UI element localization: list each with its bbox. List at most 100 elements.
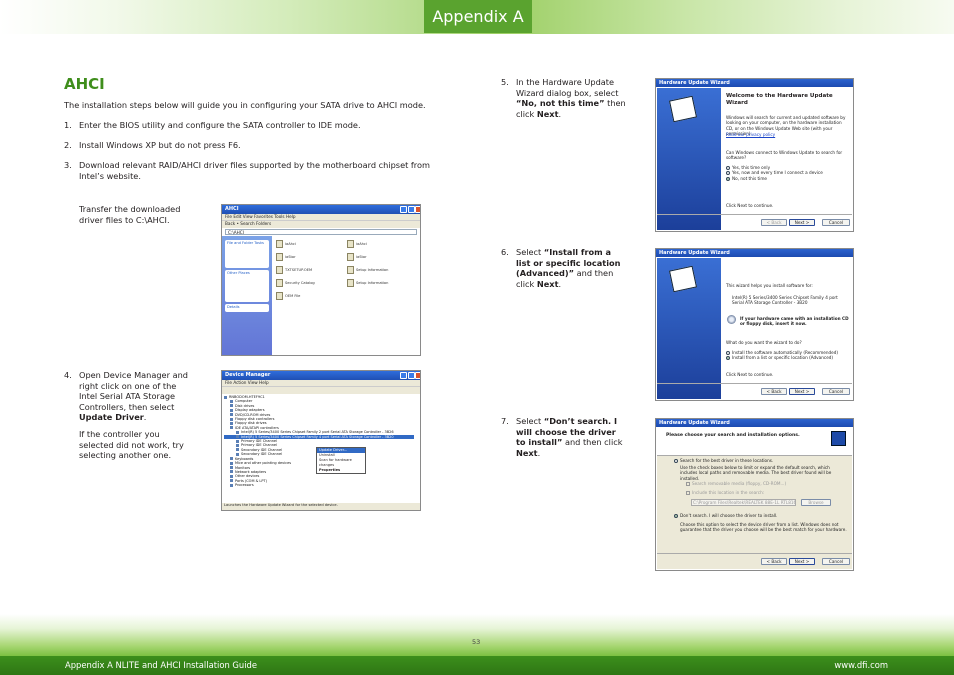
step-3-text: Download relevant RAID/AHCI driver files… xyxy=(79,160,430,181)
file-name: TXTSETUP.OEM xyxy=(285,267,313,272)
option-dont-search[interactable]: Don't search. I will choose the driver t… xyxy=(674,513,847,518)
device-icon xyxy=(236,435,239,439)
wizard1-titlebar: Hardware Update Wizard xyxy=(656,79,853,87)
checkbox-icon xyxy=(686,491,690,495)
file-item[interactable]: iaStor xyxy=(276,250,347,263)
file-name: Setup Information xyxy=(356,280,389,285)
device-label: Keyboards xyxy=(235,456,254,461)
device-icon xyxy=(230,483,233,487)
file-item[interactable]: Setup Information xyxy=(347,263,418,276)
file-name: Setup Information xyxy=(356,267,389,272)
device-icon xyxy=(230,474,233,478)
step-2-text: Install Windows XP but do not press F6. xyxy=(79,140,241,150)
device-tree-item[interactable]: Processors xyxy=(224,483,414,487)
next-button[interactable]: Next > xyxy=(789,388,815,395)
footer-band xyxy=(0,614,954,656)
privacy-policy-link[interactable]: Read our privacy policy xyxy=(726,132,849,137)
device-label: Floppy disk drives xyxy=(235,421,267,426)
search-location-input[interactable]: C:\Program Files\Realtek\REALTEK 88E-1L … xyxy=(691,499,796,506)
chapter-tab: Appendix A xyxy=(424,0,532,33)
file-icon xyxy=(347,239,354,248)
file-name: OEM File xyxy=(285,293,301,298)
device-label: Network adapters xyxy=(235,469,267,474)
device-icon xyxy=(230,417,233,421)
wizard2-intro: This wizard helps you install software f… xyxy=(726,283,813,288)
file-item[interactable]: iaAhci xyxy=(347,237,418,250)
file-item[interactable]: Security Catalog xyxy=(276,276,347,289)
wizard1-question: Can Windows connect to Windows Update to… xyxy=(726,150,843,161)
details-panel: Details xyxy=(225,304,269,312)
check-include-location[interactable]: Include this location in the search: xyxy=(686,490,847,495)
back-button[interactable]: < Back xyxy=(761,388,787,395)
device-label: IDE ATA/ATAPI controllers xyxy=(235,425,279,430)
file-name: iaAhci xyxy=(285,241,296,246)
wizard3-heading: Please choose your search and installati… xyxy=(666,433,800,438)
radio-selected-icon xyxy=(726,356,730,361)
device-icon xyxy=(236,430,239,434)
device-icon xyxy=(236,448,239,452)
hardware-icon xyxy=(831,431,846,446)
step-6-text: Select “Install from a list or specific … xyxy=(516,247,621,289)
file-icon xyxy=(347,252,354,261)
devmgr-titlebar: Device Manager xyxy=(222,371,420,380)
file-item[interactable]: iaAhci xyxy=(276,237,347,250)
wizard2-options: Install the software automatically (Reco… xyxy=(726,350,849,361)
wizard2-device-name: Intel(R) 5 Series/3400 Series Chipset Fa… xyxy=(732,295,838,306)
close-icon xyxy=(415,206,420,213)
update-driver-label: Update Driver xyxy=(79,412,144,422)
radio-selected-icon xyxy=(726,176,730,181)
back-button[interactable]: < Back xyxy=(761,558,787,565)
footer-website-link[interactable]: www.dfi.com xyxy=(834,660,888,670)
context-menu-properties: Properties xyxy=(319,468,341,472)
footer-title: Appendix A NLITE and AHCI Installation G… xyxy=(65,660,258,670)
device-label: Primary IDE Channel xyxy=(241,439,278,444)
browse-button[interactable]: Browse xyxy=(801,499,831,506)
cancel-button[interactable]: Cancel xyxy=(822,219,850,226)
step-5-text: In the Hardware Update Wizard dialog box… xyxy=(516,77,626,119)
file-item[interactable]: TXTSETUP.OEM xyxy=(276,263,347,276)
explorer-file-grid: iaAhci iaAhci iaStor iaStor TXTSETUP.OEM Setu… xyxy=(276,237,418,353)
file-item[interactable]: Setup Information xyxy=(347,276,418,289)
explorer-address-bar: C:\AHCI xyxy=(225,229,417,235)
step-1-text: Enter the BIOS utility and configure the… xyxy=(79,120,361,130)
device-icon xyxy=(236,452,239,456)
device-label: Monitors xyxy=(235,465,251,470)
radio-icon xyxy=(674,459,678,463)
wizard2-cd-note: If your hardware came with an installati… xyxy=(740,316,849,327)
device-label: Mice and other pointing devices xyxy=(235,461,292,466)
checkbox-icon xyxy=(686,482,690,486)
context-menu-scan: Scan for hardware changes xyxy=(319,458,352,467)
next-button[interactable]: Next > xyxy=(789,558,815,565)
file-icon xyxy=(276,252,283,261)
wizard3-titlebar: Hardware Update Wizard xyxy=(656,419,853,427)
radio-icon xyxy=(726,166,730,170)
wizard2-titlebar: Hardware Update Wizard xyxy=(656,249,853,257)
cancel-button[interactable]: Cancel xyxy=(822,558,850,565)
explorer-toolbar: Back • Search Folders xyxy=(222,220,420,228)
divider xyxy=(657,214,852,215)
device-label: Intel(R) 5 Series/3400 Series Chipset Fa… xyxy=(241,430,394,435)
option-search-best-driver[interactable]: Search for the best driver in these loca… xyxy=(674,458,847,463)
file-item[interactable]: OEM File xyxy=(276,289,347,302)
maximize-icon xyxy=(408,372,415,379)
next-button[interactable]: Next > xyxy=(789,219,815,226)
close-icon xyxy=(415,372,420,379)
device-label: Computer xyxy=(235,399,253,404)
option-install-from-list[interactable]: Install from a list or specific location… xyxy=(726,355,849,361)
explorer-titlebar: AHCI xyxy=(222,205,420,214)
wizard3-header: Please choose your search and installati… xyxy=(657,428,852,456)
cancel-button[interactable]: Cancel xyxy=(822,388,850,395)
option-no-not-this-time[interactable]: No, not this time xyxy=(726,176,849,181)
step-1-number: 1. xyxy=(64,120,72,130)
device-icon xyxy=(236,443,239,447)
wizard1-heading: Welcome to the Hardware Update Wizard xyxy=(726,93,833,106)
check-removable-media[interactable]: Search removable media (floppy, CD-ROM..… xyxy=(686,481,847,486)
step-2-number: 2. xyxy=(64,140,72,150)
file-item[interactable]: iaStor xyxy=(347,250,418,263)
device-label: Other devices xyxy=(235,474,260,479)
back-button[interactable]: < Back xyxy=(761,219,787,226)
file-icon xyxy=(276,278,283,287)
step-6-number: 6. xyxy=(501,247,509,257)
device-label: Processors xyxy=(235,483,254,488)
devmgr-title: Device Manager xyxy=(225,372,271,378)
